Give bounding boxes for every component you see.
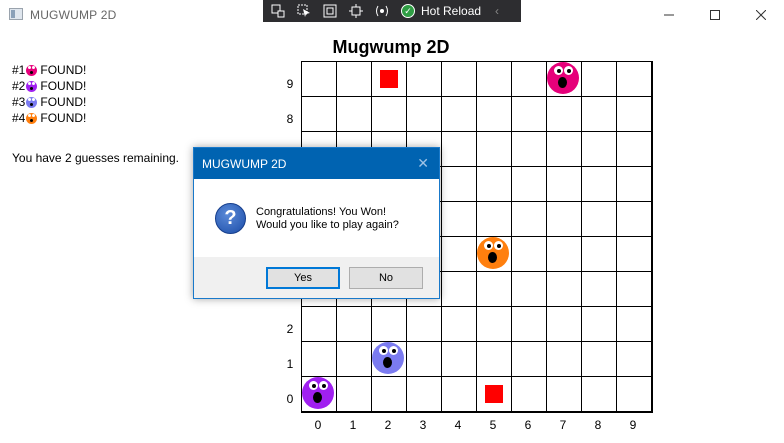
- close-icon: [756, 10, 766, 20]
- mugwump-icon: [26, 80, 38, 92]
- y-axis-label: 2: [286, 322, 294, 336]
- debug-toolbar: ✓ Hot Reload ‹: [263, 0, 521, 22]
- y-axis-label: 8: [286, 112, 294, 126]
- minimize-icon: [664, 14, 674, 16]
- display-adorners-button[interactable]: [319, 0, 341, 22]
- live-visual-tree-icon: [271, 4, 285, 18]
- app-icon: [9, 8, 23, 20]
- found-item: #2 FOUND!: [12, 78, 86, 94]
- found-item: #4 FOUND!: [12, 110, 86, 126]
- y-axis-label: 9: [286, 77, 294, 91]
- binding-icon: [376, 5, 388, 17]
- found-item: #3 FOUND!: [12, 94, 86, 110]
- hot-reload-status-icon: ✓: [401, 4, 415, 18]
- y-axis-label: 1: [286, 357, 294, 371]
- no-button[interactable]: No: [349, 267, 423, 289]
- mugwump-icon: [26, 112, 38, 124]
- dialog-message-line: Would you like to play again?: [256, 219, 399, 231]
- y-axis-label: 0: [286, 392, 294, 406]
- found-text: FOUND!: [40, 111, 87, 125]
- found-number: #1: [12, 63, 26, 77]
- found-text: FOUND!: [40, 63, 87, 77]
- x-axis-label: 1: [349, 418, 357, 432]
- live-visual-tree-button[interactable]: [267, 0, 289, 22]
- x-axis-label: 7: [559, 418, 567, 432]
- x-axis-label: 5: [489, 418, 497, 432]
- dialog-footer: Yes No: [194, 257, 439, 298]
- found-number: #4: [12, 111, 26, 125]
- x-axis-label: 8: [594, 418, 602, 432]
- found-list: #1 FOUND! #2 FOUND! #3 FOUND! #4 FOUND!: [12, 62, 86, 126]
- mugwump: [477, 237, 509, 269]
- question-icon: ?: [215, 203, 246, 234]
- track-focus-icon: [349, 4, 363, 18]
- track-focus-button[interactable]: [345, 0, 367, 22]
- minimize-button[interactable]: [646, 0, 692, 30]
- guess-marker: [380, 70, 398, 88]
- x-axis-label: 4: [454, 418, 462, 432]
- dialog-title-bar: MUGWUMP 2D ✕: [194, 148, 439, 179]
- mugwump-icon: [26, 96, 38, 108]
- found-text: FOUND!: [40, 95, 87, 109]
- cursor-select-icon: [297, 4, 310, 17]
- dialog-message: Congratulations! You Won! Would you like…: [256, 206, 399, 232]
- dialog-close-icon[interactable]: ✕: [417, 155, 429, 172]
- maximize-icon: [710, 10, 720, 20]
- binding-failures-button[interactable]: [371, 0, 393, 22]
- x-axis-label: 3: [419, 418, 427, 432]
- mugwump: [547, 62, 579, 94]
- maximize-button[interactable]: [692, 0, 738, 30]
- dialog-body: ? Congratulations! You Won! Would you li…: [194, 179, 439, 258]
- window-title: MUGWUMP 2D: [30, 8, 117, 22]
- board-title: Mugwump 2D: [332, 37, 450, 57]
- found-text: FOUND!: [40, 79, 87, 93]
- mugwump: [302, 377, 334, 409]
- message-dialog: MUGWUMP 2D ✕ ? Congratulations! You Won!…: [193, 147, 440, 299]
- guess-marker: [485, 385, 503, 403]
- found-item: #1 FOUND!: [12, 62, 86, 78]
- found-number: #2: [12, 79, 26, 93]
- collapse-toolbar-icon[interactable]: ‹: [495, 4, 499, 18]
- dialog-title: MUGWUMP 2D: [202, 156, 287, 171]
- select-element-button[interactable]: [293, 0, 315, 22]
- x-axis-label: 9: [629, 418, 637, 432]
- close-button[interactable]: [738, 0, 784, 30]
- mugwump: [372, 342, 404, 374]
- x-axis-label: 6: [524, 418, 532, 432]
- hot-reload-label: Hot Reload: [421, 4, 482, 18]
- found-number: #3: [12, 95, 26, 109]
- mugwump-icon: [26, 64, 38, 76]
- dialog-message-line: Congratulations! You Won!: [256, 206, 387, 218]
- x-axis-label: 0: [314, 418, 322, 432]
- yes-button[interactable]: Yes: [266, 267, 340, 289]
- guesses-remaining: You have 2 guesses remaining.: [12, 151, 180, 165]
- x-axis-label: 2: [384, 418, 392, 432]
- adorner-icon: [323, 4, 337, 18]
